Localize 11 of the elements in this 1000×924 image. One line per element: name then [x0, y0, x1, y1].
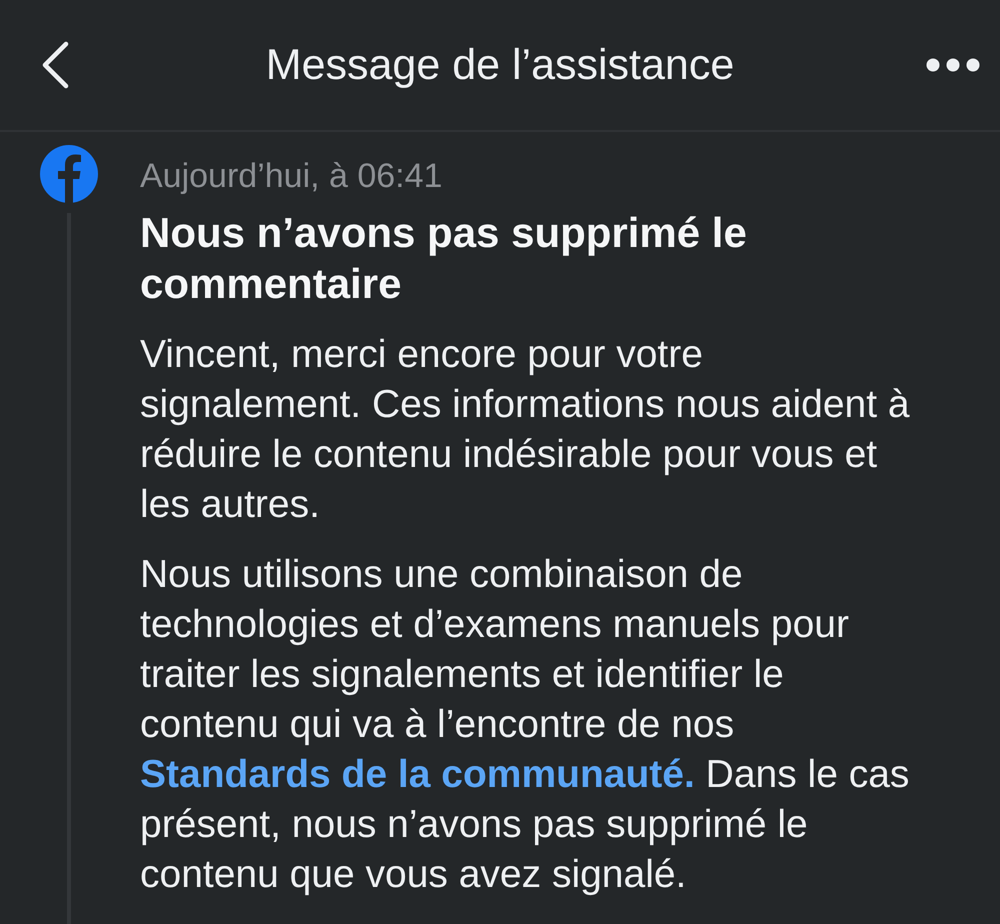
- community-standards-link[interactable]: Standards de la communauté.: [140, 753, 695, 796]
- message-timestamp: Aujourd’hui, à 06:41: [140, 156, 444, 196]
- back-button[interactable]: [40, 41, 70, 89]
- message-paragraph: Nous utilisons une combinaison de technologies et d’examens manuels pour traiter les signalements et identifier le contenu qui va à l’encontre de nos Standards de la communauté. Dans le cas présent, nous n’avons pas supprimé le contenu que vous avez signalé.: [140, 552, 910, 898]
- message-title: Nous n’avons pas supprimé le commentaire: [140, 208, 748, 309]
- message-paragraph: Vincent, merci encore pour votre signalement. Ces informations nous aident à réduire le contenu indésirable pour vous et les autres.: [140, 332, 911, 528]
- more-dots-icon: [926, 58, 980, 72]
- header-title: Message de l’assistance: [264, 40, 736, 90]
- facebook-logo-icon: [40, 145, 98, 203]
- more-options-button[interactable]: [926, 58, 980, 72]
- back-chevron-icon: [40, 41, 70, 89]
